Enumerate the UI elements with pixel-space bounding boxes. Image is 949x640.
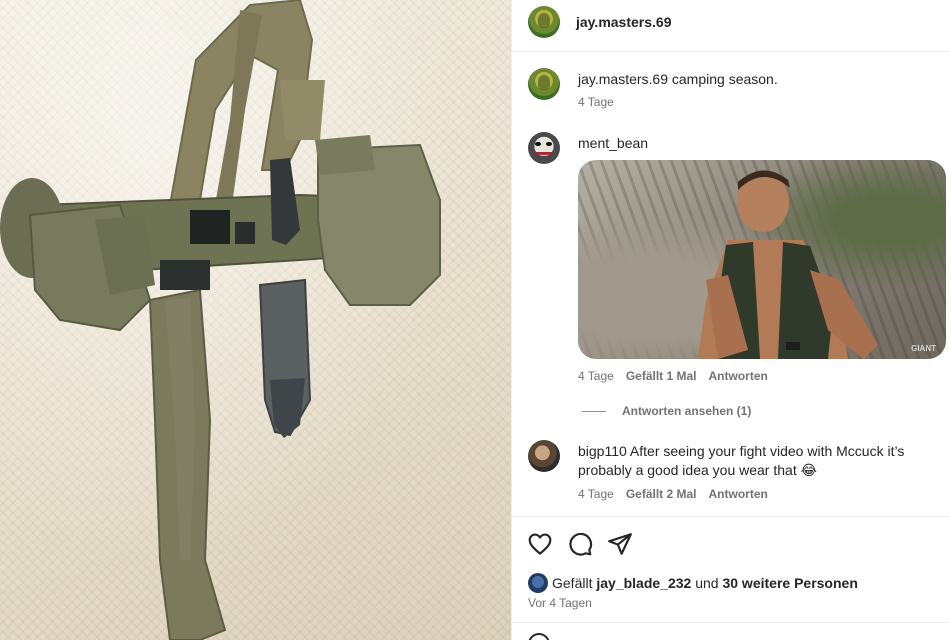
likes-first-user[interactable]: jay_blade_232 [596, 575, 691, 591]
author-avatar[interactable] [528, 6, 560, 38]
post-header: jay.masters.69 [512, 0, 949, 52]
comment-gif[interactable]: GIANT [578, 160, 946, 359]
heart-icon[interactable] [527, 531, 553, 557]
view-replies-label: Antworten ansehen (1) [622, 404, 752, 418]
commenter-avatar[interactable] [528, 132, 560, 164]
comment-meta: 4 Tage Gefällt 1 Mal Antworten [578, 369, 780, 383]
caption-text: jay.masters.69 camping season. [578, 70, 938, 89]
reply-button[interactable]: Antworten [709, 487, 768, 501]
gif-watermark: GIANT [911, 344, 936, 353]
reply-button[interactable]: Antworten [709, 369, 768, 383]
divider [512, 622, 949, 623]
caption-body: camping season. [671, 71, 778, 87]
likes-prefix: Gefällt [552, 575, 593, 591]
post-image [0, 0, 511, 640]
commenter-username[interactable]: bigp110 [578, 443, 627, 459]
comment-meta: 4 Tage Gefällt 2 Mal Antworten [578, 487, 780, 501]
likes-connector: und [695, 575, 719, 591]
commenter-avatar[interactable] [528, 440, 560, 472]
comment-icon[interactable] [567, 531, 593, 557]
caption-meta: 4 Tage [578, 95, 626, 109]
author-username[interactable]: jay.masters.69 [576, 14, 671, 30]
comment-likes[interactable]: Gefällt 1 Mal [626, 369, 697, 383]
likes-summary[interactable]: Gefällt jay_blade_232 und 30 weitere Per… [528, 573, 858, 593]
comment-time: 4 Tage [578, 487, 614, 501]
comment-time: 4 Tage [578, 369, 614, 383]
caption-avatar[interactable] [528, 68, 560, 100]
view-replies-button[interactable]: Antworten ansehen (1) [582, 404, 751, 418]
send-icon[interactable] [607, 531, 633, 557]
view-replies-line [582, 410, 606, 412]
comment-text: ment_bean [578, 134, 938, 153]
commenter-username[interactable]: ment_bean [578, 135, 648, 151]
caption-username[interactable]: jay.masters.69 [578, 71, 668, 87]
post-side-panel: jay.masters.69 jay.masters.69 camping se… [511, 0, 949, 640]
gif-illustration [698, 170, 878, 359]
comment-text: bigp110 After seeing your fight video wi… [578, 442, 938, 480]
liker-avatar [528, 573, 548, 593]
post-time: Vor 4 Tagen [528, 596, 592, 610]
gear-photo-illustration [0, 0, 441, 640]
comment-body: After seeing your fight video with Mccuc… [578, 443, 905, 478]
caption-time: 4 Tage [578, 95, 614, 109]
comment-likes[interactable]: Gefällt 2 Mal [626, 487, 697, 501]
likes-others[interactable]: 30 weitere Personen [722, 575, 857, 591]
